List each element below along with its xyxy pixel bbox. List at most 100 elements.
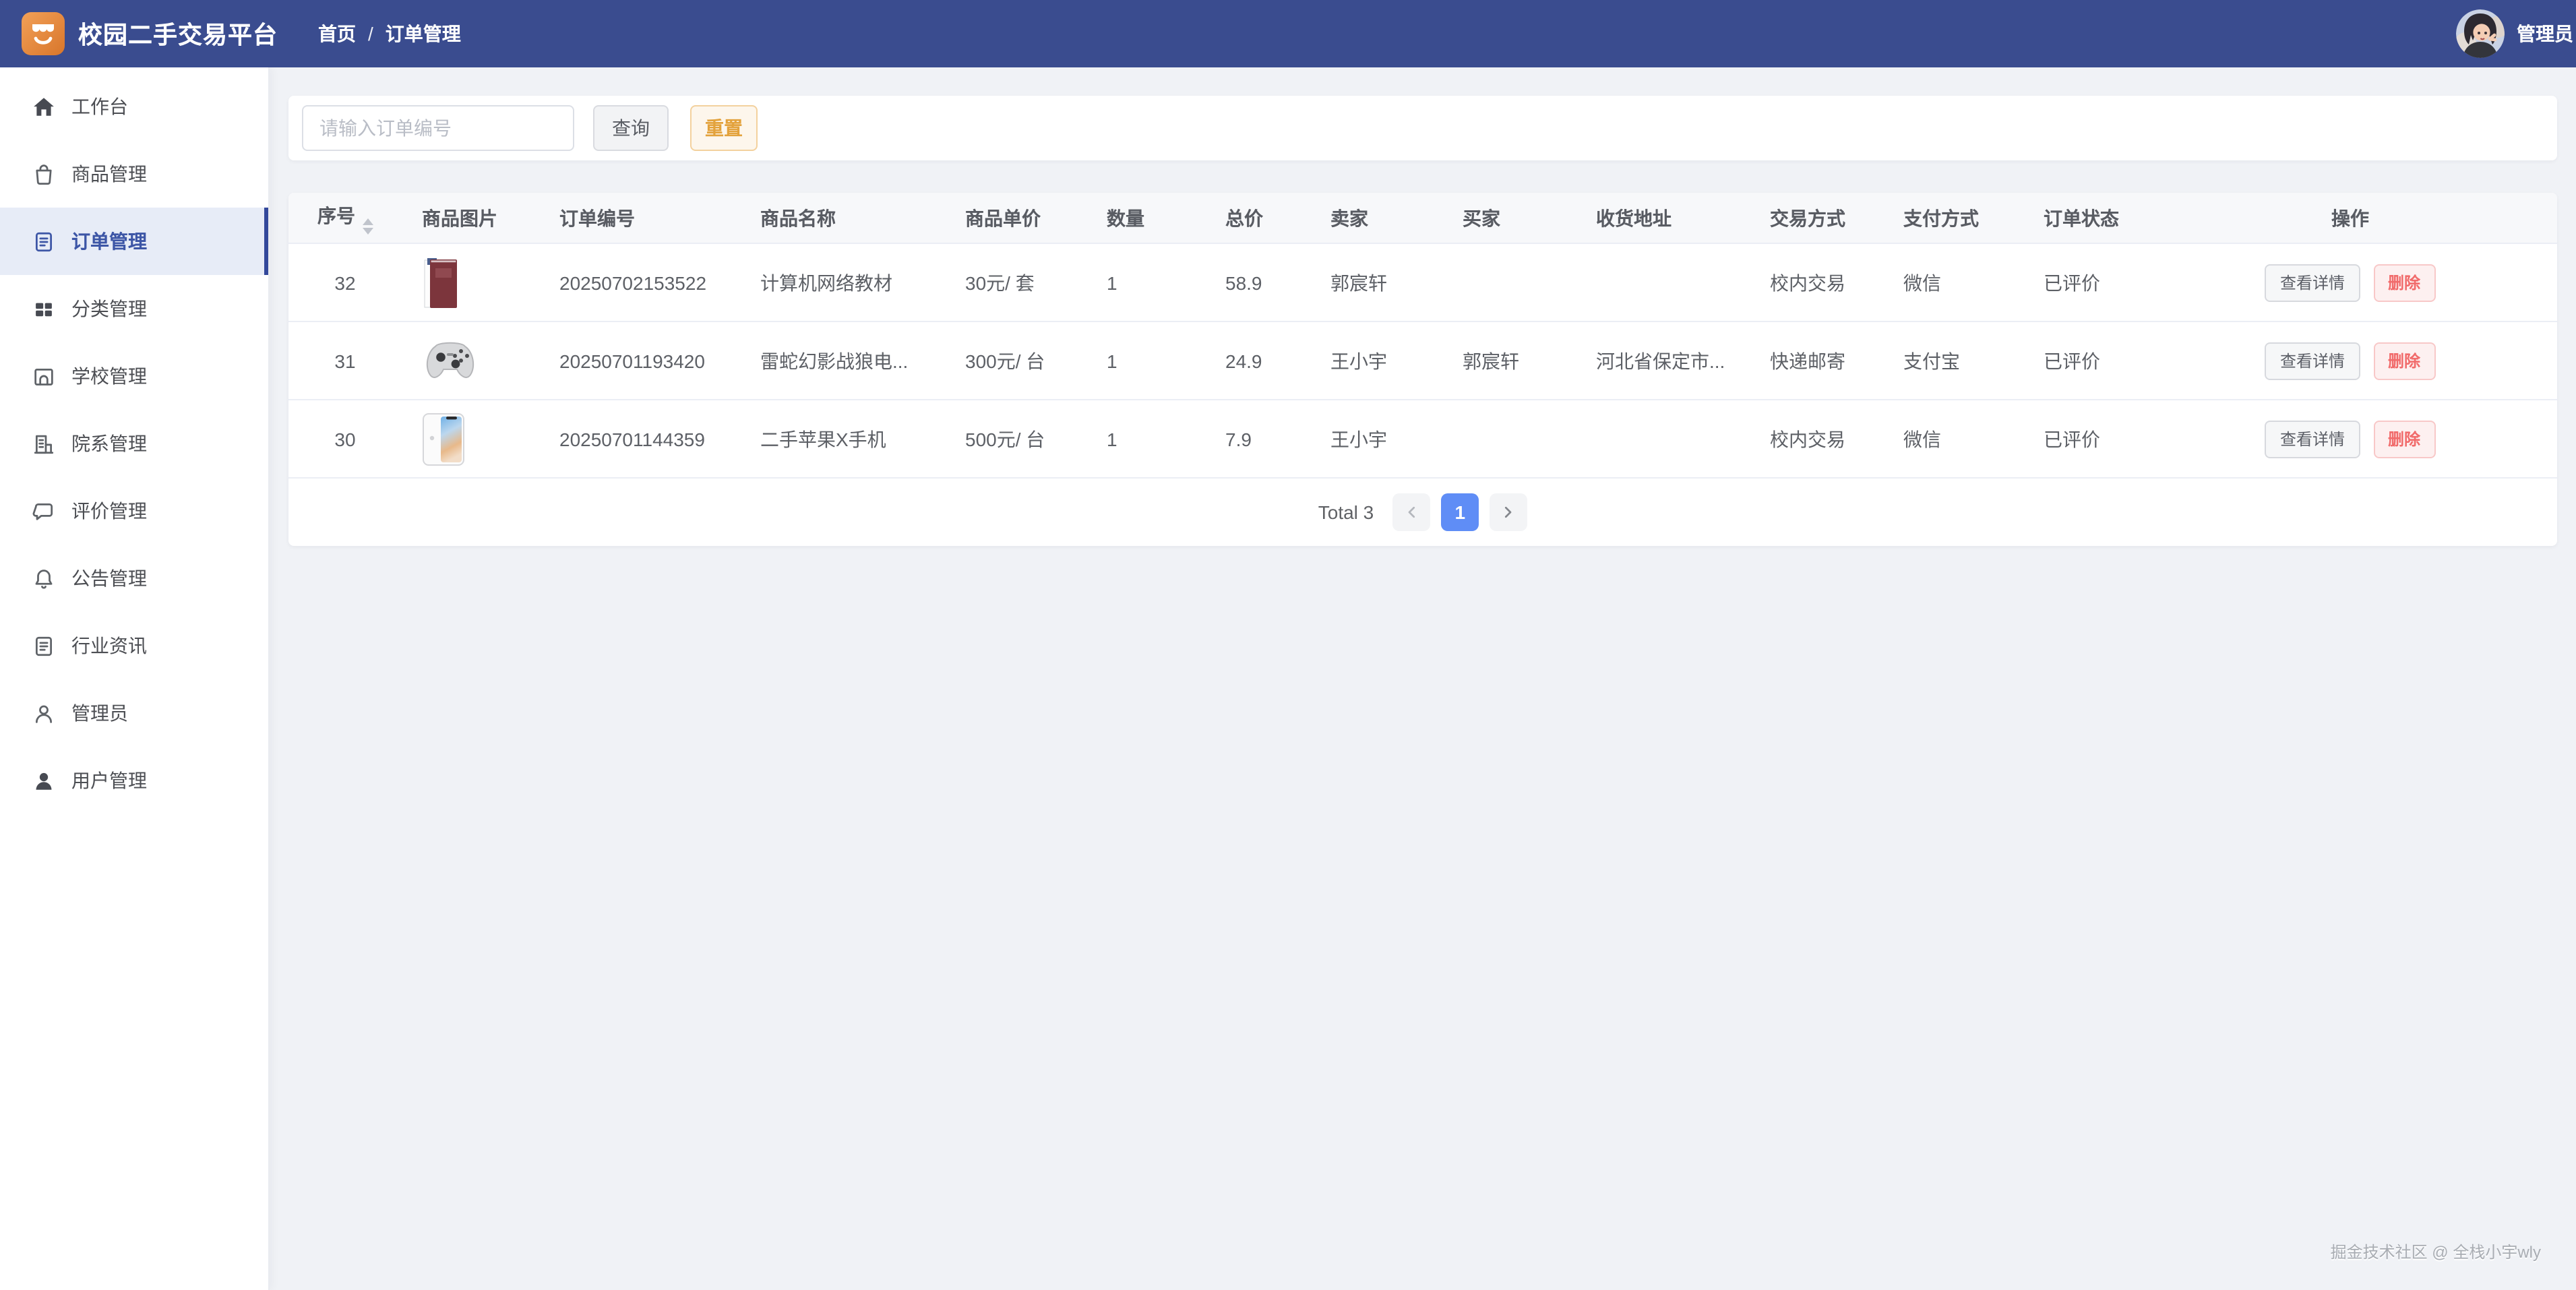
sidebar: 工作台 商品管理 订单管理 分类管理 学校管理 院系管理 评价管理 公告管理 行… [0,67,270,1290]
breadcrumb-current: 订单管理 [386,20,461,47]
cell-name: 计算机网络教材 [740,243,945,321]
cell-image [402,321,539,400]
user-filled-icon [32,769,55,792]
column-header: 买家 [1442,193,1576,243]
table-row: 32 20250702153522 计算机网络教材 30元/ 套 1 58.9 … [288,243,2557,321]
search-toolbar: 查询 重置 [288,96,2557,160]
table-row: 31 20250701193420 雷蛇幻影战狼电... 300元/ 台 1 2… [288,321,2557,400]
sidebar-item-label: 学校管理 [71,363,147,390]
column-header: 交易方式 [1750,193,1883,243]
cell-unit-price: 30元/ 套 [945,243,1086,321]
view-detail-button[interactable]: 查看详情 [2265,420,2360,458]
cell-trade-method: 校内交易 [1750,400,1883,478]
cell-trade-method: 快递邮寄 [1750,321,1883,400]
product-image-controller [422,336,479,385]
pagination-pages: 1 [1441,493,1479,531]
sidebar-item-department[interactable]: 院系管理 [0,410,268,477]
order-doc-icon [32,230,55,253]
cell-trade-method: 校内交易 [1750,243,1883,321]
cell-qty: 1 [1086,243,1205,321]
cell-total: 58.9 [1205,243,1310,321]
cell-status: 已评价 [2023,243,2143,321]
sidebar-item-school[interactable]: 学校管理 [0,342,268,410]
app-root: 校园二手交易平台 首页 / 订单管理 [0,0,2576,1290]
pagination: Total 3 1 [288,479,2557,546]
sidebar-item-user-outline[interactable]: 管理员 [0,679,268,747]
orders-table: 序号商品图片订单编号商品名称商品单价数量总价卖家买家收货地址交易方式支付方式订单… [288,193,2557,479]
order-no-search-input[interactable] [302,105,574,151]
sidebar-item-grid[interactable]: 分类管理 [0,275,268,342]
column-header: 数量 [1086,193,1205,243]
cell-total: 7.9 [1205,400,1310,478]
reset-button[interactable]: 重置 [690,105,758,151]
cell-address [1576,243,1750,321]
pagination-prev-button[interactable] [1392,493,1430,531]
sidebar-item-news-doc[interactable]: 行业资讯 [0,612,268,679]
column-header: 订单编号 [539,193,740,243]
sidebar-item-user-filled[interactable]: 用户管理 [0,747,268,814]
breadcrumb: 首页 / 订单管理 [318,20,461,47]
cell-qty: 1 [1086,400,1205,478]
column-header: 收货地址 [1576,193,1750,243]
sidebar-item-bag[interactable]: 商品管理 [0,140,268,208]
avatar[interactable] [2456,9,2505,58]
delete-button[interactable]: 删除 [2373,342,2435,379]
cell-pay-method: 支付宝 [1883,321,2023,400]
column-header: 总价 [1205,193,1310,243]
cell-address [1576,400,1750,478]
cell-status: 已评价 [2023,400,2143,478]
sidebar-item-label: 院系管理 [71,430,147,457]
cell-pay-method: 微信 [1883,243,2023,321]
user-outline-icon [32,702,55,725]
cell-qty: 1 [1086,321,1205,400]
sidebar-item-bell[interactable]: 公告管理 [0,545,268,612]
order-table-body: 32 20250702153522 计算机网络教材 30元/ 套 1 58.9 … [288,243,2557,478]
cell-seq: 30 [288,400,402,478]
sidebar-item-label: 工作台 [71,93,128,120]
cell-seller: 王小宇 [1310,321,1442,400]
product-image-phone [422,412,465,466]
sidebar-item-chat[interactable]: 评价管理 [0,477,268,545]
cell-seq: 31 [288,321,402,400]
cell-seller: 郭宸轩 [1310,243,1442,321]
sidebar-item-label: 管理员 [71,700,128,727]
product-image-book [422,255,458,309]
cell-unit-price: 300元/ 台 [945,321,1086,400]
pagination-next-button[interactable] [1490,493,1527,531]
column-header: 商品单价 [945,193,1086,243]
bag-icon [32,162,55,185]
cell-seller: 王小宇 [1310,400,1442,478]
sidebar-item-home[interactable]: 工作台 [0,73,268,140]
delete-button[interactable]: 删除 [2373,420,2435,458]
sort-caret-icon[interactable] [362,218,373,234]
view-detail-button[interactable]: 查看详情 [2265,264,2360,301]
sidebar-item-label: 分类管理 [71,295,147,322]
breadcrumb-home[interactable]: 首页 [318,20,356,47]
cell-image [402,400,539,478]
cell-order-no: 20250701193420 [539,321,740,400]
delete-button[interactable]: 删除 [2373,264,2435,301]
sidebar-item-order-doc[interactable]: 订单管理 [0,208,268,275]
cell-unit-price: 500元/ 台 [945,400,1086,478]
sidebar-item-label: 公告管理 [71,565,147,592]
breadcrumb-separator-icon: / [368,23,373,44]
cell-buyer [1442,400,1576,478]
cell-name: 二手苹果X手机 [740,400,945,478]
grid-icon [32,297,55,320]
cell-buyer [1442,243,1576,321]
cell-total: 24.9 [1205,321,1310,400]
sidebar-item-label: 商品管理 [71,160,147,187]
view-detail-button[interactable]: 查看详情 [2265,342,2360,379]
news-doc-icon [32,634,55,657]
query-button[interactable]: 查询 [593,105,669,151]
sidebar-item-label: 评价管理 [71,497,147,524]
watermark: 掘金技术社区 @ 全栈小宇wly [2331,1240,2541,1263]
column-header: 商品图片 [402,193,539,243]
home-icon [32,95,55,118]
username: 管理员 [2517,20,2573,47]
column-header: 商品名称 [740,193,945,243]
orders-table-card: 序号商品图片订单编号商品名称商品单价数量总价卖家买家收货地址交易方式支付方式订单… [288,193,2557,546]
topbar: 校园二手交易平台 首页 / 订单管理 [0,0,2576,67]
column-header: 序号 [288,193,402,243]
pagination-page-1[interactable]: 1 [1441,493,1479,531]
